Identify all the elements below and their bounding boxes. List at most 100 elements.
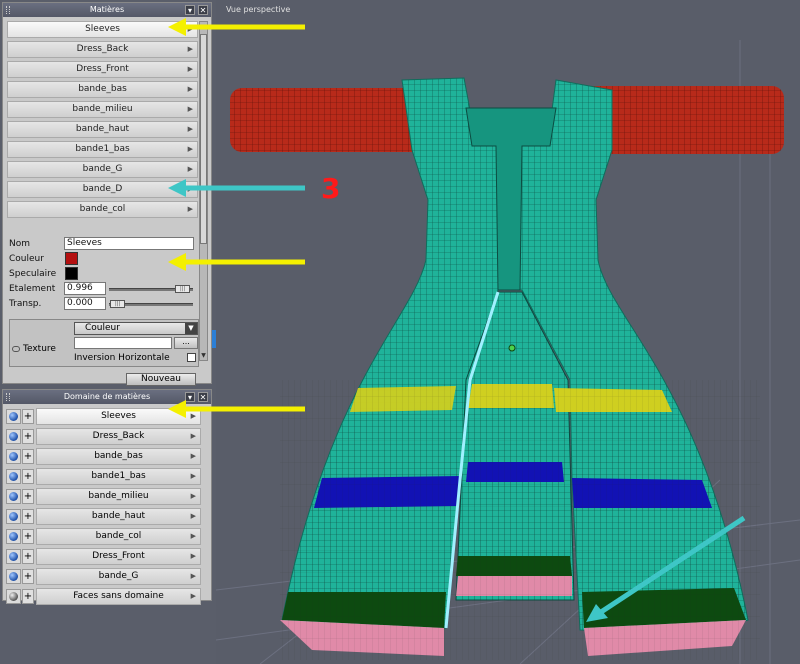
sphere-icon[interactable] [6, 549, 21, 564]
viewport-canvas[interactable] [216, 0, 800, 664]
domain-item[interactable]: + Sleeves ▶ [6, 408, 201, 425]
chevron-right-icon: ▶ [187, 145, 193, 153]
domain-label-text: Dress_Front [92, 551, 145, 561]
domain-label[interactable]: Faces sans domaine ▶ [36, 588, 201, 605]
material-item[interactable]: bande_milieu ▶ [7, 101, 198, 118]
domain-label-text: Faces sans domaine [73, 591, 164, 601]
domain-item[interactable]: + Faces sans domaine ▶ [6, 588, 201, 605]
yellow-arrow-sleeves [216, 24, 305, 30]
domain-item[interactable]: + bande1_bas ▶ [6, 468, 201, 485]
domain-item[interactable]: + Dress_Back ▶ [6, 428, 201, 445]
etalement-input[interactable]: 0.996 [64, 282, 106, 295]
material-item[interactable]: Sleeves ▶ [7, 21, 198, 38]
material-item[interactable]: bande_bas ▶ [7, 81, 198, 98]
material-item[interactable]: Dress_Front ▶ [7, 61, 198, 78]
plus-icon[interactable]: + [22, 489, 34, 504]
material-label: bande_haut [75, 124, 130, 134]
material-item[interactable]: bande_D ▶ [7, 181, 198, 198]
close-icon[interactable]: ✕ [198, 392, 208, 402]
nouveau-button[interactable]: Nouveau [126, 373, 196, 386]
panel-title-text: Matières [89, 5, 125, 14]
domain-label[interactable]: bande1_bas ▶ [36, 468, 201, 485]
inversion-checkbox[interactable] [187, 353, 196, 362]
plus-icon[interactable]: + [22, 469, 34, 484]
materials-scrollbar[interactable]: ▼ [199, 21, 208, 361]
material-label: Dress_Back [76, 44, 129, 54]
speculaire-swatch[interactable] [65, 267, 78, 280]
etalement-slider-thumb[interactable]: ||| [175, 285, 190, 293]
domain-label-text: bande_col [95, 531, 142, 541]
material-item[interactable]: bande_G ▶ [7, 161, 198, 178]
sphere-icon[interactable] [6, 449, 21, 464]
collapse-icon[interactable]: ▾ [185, 392, 195, 402]
domain-item[interactable]: + Dress_Front ▶ [6, 548, 201, 565]
domain-label-text: Dress_Back [92, 431, 145, 441]
couleur-label: Couleur [9, 254, 44, 264]
domain-label[interactable]: bande_haut ▶ [36, 508, 201, 525]
texture-box: Texture Couleur ▼ ... Inversion Horizont… [9, 319, 199, 367]
material-item[interactable]: bande1_bas ▶ [7, 141, 198, 158]
plus-icon[interactable]: + [22, 549, 34, 564]
plus-icon[interactable]: + [22, 449, 34, 464]
texture-file-input[interactable] [74, 337, 172, 349]
sphere-icon[interactable] [6, 429, 21, 444]
domain-label[interactable]: bande_G ▶ [36, 568, 201, 585]
sphere-icon[interactable] [6, 589, 21, 604]
chevron-right-icon: ▶ [190, 432, 196, 440]
domain-item[interactable]: + bande_G ▶ [6, 568, 201, 585]
perspective-viewport[interactable]: Vue perspective 3 [216, 0, 800, 664]
chevron-right-icon: ▶ [190, 412, 196, 420]
grip-icon[interactable] [6, 393, 10, 401]
inversion-label: Inversion Horizontale [74, 353, 170, 363]
sphere-icon[interactable] [6, 569, 21, 584]
chevron-right-icon: ▶ [190, 572, 196, 580]
chevron-right-icon: ▶ [187, 185, 193, 193]
domain-item[interactable]: + bande_col ▶ [6, 528, 201, 545]
chevron-right-icon: ▶ [187, 85, 193, 93]
sphere-icon[interactable] [6, 469, 21, 484]
couleur-swatch[interactable] [65, 252, 78, 265]
texture-label: Texture [23, 344, 56, 354]
sphere-icon[interactable] [6, 509, 21, 524]
transp-label: Transp. [9, 299, 42, 309]
domain-item[interactable]: + bande_bas ▶ [6, 448, 201, 465]
material-item[interactable]: bande_col ▶ [7, 201, 198, 218]
material-properties: Nom Sleeves Couleur Speculaire Etalement… [9, 237, 199, 312]
plus-icon[interactable]: + [22, 429, 34, 444]
sphere-icon[interactable] [6, 489, 21, 504]
plus-icon[interactable]: + [22, 409, 34, 424]
transp-input[interactable]: 0.000 [64, 297, 106, 310]
pivot-point [508, 344, 516, 352]
domain-label[interactable]: bande_col ▶ [36, 528, 201, 545]
plus-icon[interactable]: + [22, 529, 34, 544]
material-item[interactable]: bande_haut ▶ [7, 121, 198, 138]
domain-label[interactable]: bande_milieu ▶ [36, 488, 201, 505]
sphere-icon[interactable] [6, 529, 21, 544]
transp-slider-thumb[interactable]: ||| [110, 300, 125, 308]
domain-label-text: bande_milieu [88, 491, 149, 501]
material-item[interactable]: Dress_Back ▶ [7, 41, 198, 58]
domain-label[interactable]: Dress_Front ▶ [36, 548, 201, 565]
browse-button[interactable]: ... [174, 337, 198, 349]
scroll-down-icon[interactable]: ▼ [200, 352, 207, 360]
chevron-right-icon: ▶ [187, 65, 193, 73]
domain-item[interactable]: + bande_haut ▶ [6, 508, 201, 525]
domain-label[interactable]: Dress_Back ▶ [36, 428, 201, 445]
chevron-right-icon: ▶ [187, 165, 193, 173]
domain-label[interactable]: bande_bas ▶ [36, 448, 201, 465]
texture-icon [12, 346, 20, 352]
nom-input[interactable]: Sleeves [64, 237, 194, 250]
domain-label[interactable]: Sleeves ▶ [36, 408, 201, 425]
sphere-icon[interactable] [6, 409, 21, 424]
collapse-icon[interactable]: ▾ [185, 5, 195, 15]
plus-icon[interactable]: + [22, 509, 34, 524]
plus-icon[interactable]: + [22, 569, 34, 584]
grip-icon[interactable] [6, 6, 10, 14]
domain-label-text: Sleeves [101, 411, 136, 421]
close-icon[interactable]: ✕ [198, 5, 208, 15]
plus-icon[interactable]: + [22, 589, 34, 604]
material-label: bande_D [82, 184, 123, 194]
domain-item[interactable]: + bande_milieu ▶ [6, 488, 201, 505]
texture-select[interactable]: Couleur ▼ [74, 322, 198, 335]
scrollbar-thumb[interactable] [200, 34, 207, 244]
